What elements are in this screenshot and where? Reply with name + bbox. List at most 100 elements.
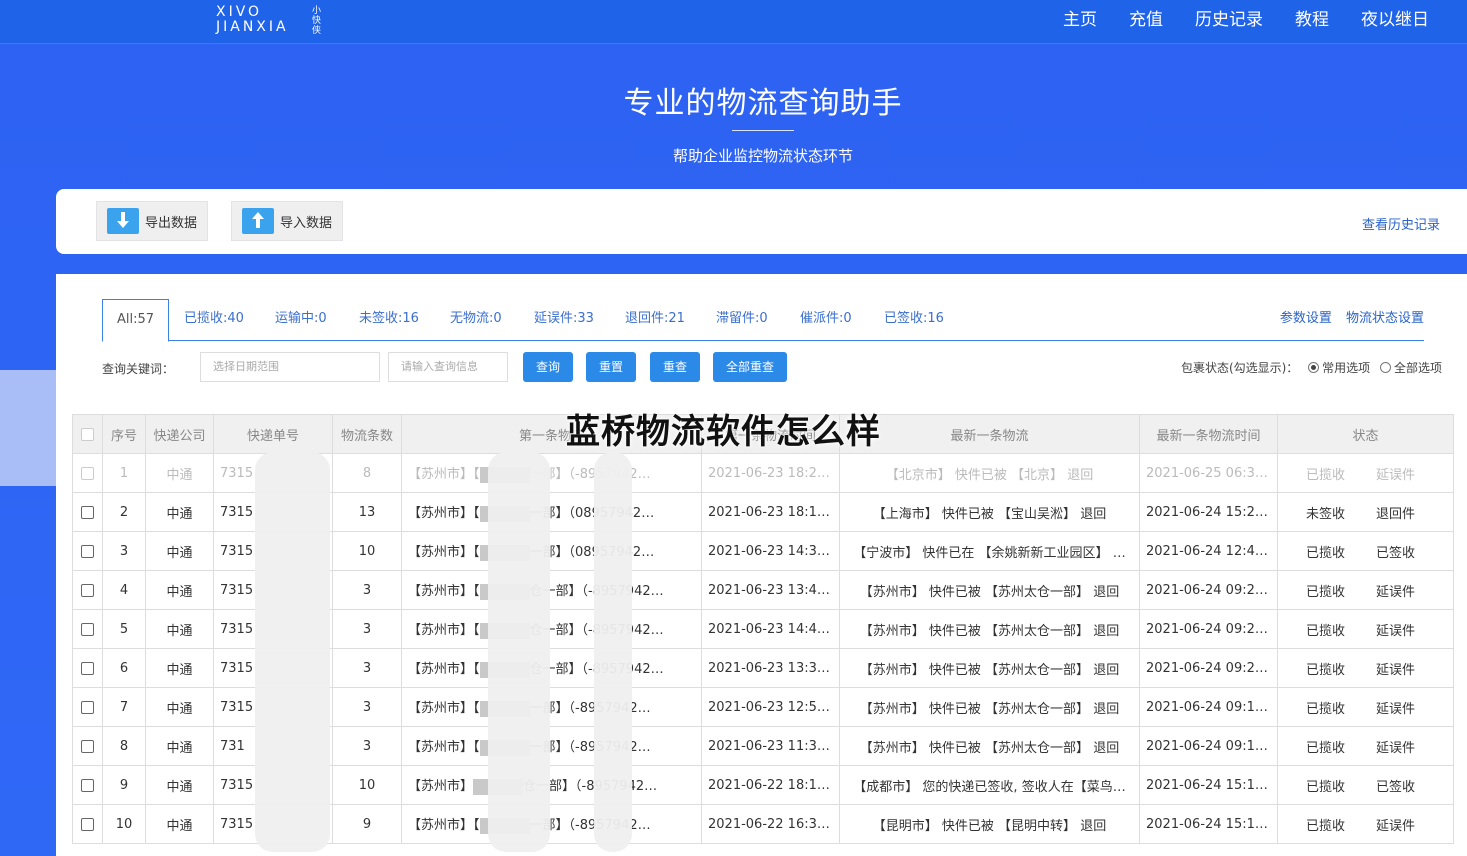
row-first: 【苏州市】【一部】（-8957942… — [401, 687, 702, 727]
row-no: 6 — [102, 648, 146, 688]
row-select-cell[interactable] — [72, 804, 103, 844]
requery-button[interactable]: 重查 — [650, 352, 700, 382]
row-status: 已揽收 延误件 — [1277, 726, 1454, 766]
row-latest: 【昆明市】 快件已被 【昆明中转】 退回 — [839, 804, 1140, 844]
row-checkbox[interactable] — [81, 466, 94, 480]
row-checkbox[interactable] — [81, 778, 94, 792]
row-no: 8 — [102, 726, 146, 766]
tab-delayed[interactable]: 延误件:33 — [534, 299, 594, 341]
row-latest-time: 2021-06-24 15:24:47 — [1139, 492, 1278, 532]
export-button[interactable]: 导出数据 — [96, 201, 209, 241]
row-status-2: 延误件 — [1375, 623, 1415, 639]
param-settings-link[interactable]: 参数设置 — [1280, 311, 1332, 326]
row-latest: 【苏州市】 快件已被 【苏州太仓一部】 退回 — [839, 570, 1140, 610]
hero-title: 专业的物流查询助手 — [623, 86, 903, 121]
radio-all[interactable] — [1379, 362, 1391, 373]
row-status-2: 延误件 — [1375, 467, 1415, 483]
row-checkbox[interactable] — [81, 739, 94, 753]
row-first: 【苏州市】【一部】（-8957942… — [401, 804, 702, 844]
select-all-checkbox[interactable] — [81, 427, 94, 441]
row-checkbox[interactable] — [81, 700, 94, 714]
tracking-prefix: 7315 — [220, 699, 254, 715]
row-select-cell[interactable] — [72, 609, 103, 649]
radio-all-label: 全部选项 — [1393, 361, 1442, 375]
tab-stranded[interactable]: 滞留件:0 — [716, 299, 768, 341]
tab-no-logistics[interactable]: 无物流:0 — [450, 299, 502, 341]
row-status-1: 已揽收 — [1305, 623, 1345, 639]
nav-recharge[interactable]: 充值 — [1129, 8, 1163, 32]
tab-collected[interactable]: 已揽收:40 — [184, 299, 244, 341]
row-no: 9 — [102, 765, 146, 805]
query-input[interactable]: 请输入查询信息 — [388, 352, 508, 382]
row-company: 中通 — [145, 531, 214, 571]
status-settings-link[interactable]: 物流状态设置 — [1346, 311, 1424, 326]
row-status-1: 已揽收 — [1305, 545, 1345, 561]
date-range-input[interactable]: 选择日期范围 — [200, 352, 380, 382]
row-select-cell[interactable] — [72, 531, 103, 571]
import-button[interactable]: 导入数据 — [231, 201, 344, 241]
tab-returned[interactable]: 退回件:21 — [625, 299, 685, 341]
nav-tutorial[interactable]: 教程 — [1295, 8, 1329, 32]
upload-icon — [242, 208, 274, 234]
overlay-title: 蓝桥物流软件怎么样 — [566, 412, 881, 452]
row-select-cell[interactable] — [72, 648, 103, 688]
row-company: 中通 — [145, 492, 214, 532]
row-select-cell[interactable] — [72, 687, 103, 727]
row-select-cell[interactable] — [72, 453, 103, 493]
row-no: 1 — [102, 453, 146, 493]
row-checkbox[interactable] — [81, 622, 94, 636]
logo[interactable]: XIVO JIANXIA 小快侠 — [214, 4, 326, 38]
tab-in-transit[interactable]: 运输中:0 — [275, 299, 327, 341]
nav-history[interactable]: 历史记录 — [1195, 8, 1263, 32]
col-no: 序号 — [102, 414, 146, 454]
row-checkbox[interactable] — [81, 661, 94, 675]
export-label: 导出数据 — [145, 215, 198, 231]
row-latest: 【苏州市】 快件已被 【苏州太仓一部】 退回 — [839, 648, 1140, 688]
row-first: 【苏州市】【仓一部】（-8957942… — [401, 609, 702, 649]
row-latest-time: 2021-06-24 09:14:16 — [1139, 726, 1278, 766]
row-first-time: 2021-06-22 18:15:01 — [701, 765, 840, 805]
row-first-time: 2021-06-23 14:49:06 — [701, 609, 840, 649]
view-history-link[interactable]: 查看历史记录 — [1362, 214, 1440, 233]
select-all-cell[interactable] — [72, 414, 103, 454]
row-first: 【苏州市】【一部】（08957942… — [401, 492, 702, 532]
row-checkbox[interactable] — [81, 817, 94, 831]
row-status-1: 已揽收 — [1305, 701, 1345, 717]
query-button[interactable]: 查询 — [523, 352, 573, 382]
radio-common[interactable] — [1308, 362, 1320, 373]
row-select-cell[interactable] — [72, 492, 103, 532]
row-first-time: 2021-06-23 13:38:34 — [701, 648, 840, 688]
tracking-prefix: 7315 — [220, 504, 254, 520]
tab-signed[interactable]: 已签收:16 — [884, 299, 944, 341]
reset-button[interactable]: 重置 — [586, 352, 636, 382]
row-checkbox[interactable] — [81, 544, 94, 558]
row-status-2: 退回件 — [1375, 506, 1415, 522]
row-count: 9 — [332, 804, 402, 844]
requery-all-button[interactable]: 全部重查 — [713, 352, 787, 382]
row-count: 3 — [332, 648, 402, 688]
row-count: 13 — [332, 492, 402, 532]
tracking-prefix: 7315 — [220, 582, 254, 598]
logo-line-1: XIVO — [216, 4, 263, 20]
nav-home[interactable]: 主页 — [1063, 8, 1097, 32]
row-first: 【苏州市】【一部】（-8957942… — [401, 726, 702, 766]
row-company: 中通 — [145, 453, 214, 493]
row-select-cell[interactable] — [72, 570, 103, 610]
row-status-1: 未签收 — [1305, 506, 1345, 522]
row-latest-time: 2021-06-25 06:39:44 — [1139, 453, 1278, 493]
row-latest-time: 2021-06-24 15:14:17 — [1139, 804, 1278, 844]
row-checkbox[interactable] — [81, 583, 94, 597]
nav-user[interactable]: 夜以继日 — [1361, 8, 1429, 32]
tab-settings-links: 参数设置 物流状态设置 — [1270, 299, 1424, 339]
row-select-cell[interactable] — [72, 726, 103, 766]
row-select-cell[interactable] — [72, 765, 103, 805]
row-count: 3 — [332, 609, 402, 649]
tab-all[interactable]: All:57 — [102, 299, 170, 342]
row-company: 中通 — [145, 726, 214, 766]
tab-unsigned[interactable]: 未签收:16 — [359, 299, 419, 341]
row-no: 10 — [102, 804, 146, 844]
row-checkbox[interactable] — [81, 505, 94, 519]
tab-urge[interactable]: 催派件:0 — [800, 299, 852, 341]
first-prefix: 【苏州市】【 — [408, 506, 480, 522]
row-latest-time: 2021-06-24 09:24:45 — [1139, 648, 1278, 688]
